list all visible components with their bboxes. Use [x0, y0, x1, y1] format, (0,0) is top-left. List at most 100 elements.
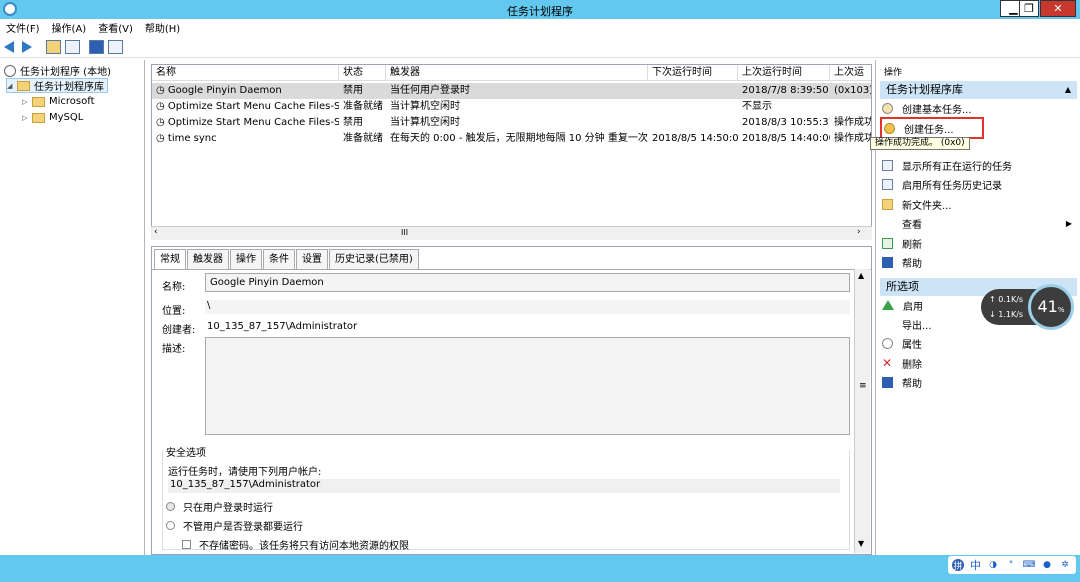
scroll-left-icon[interactable]: ‹: [154, 227, 158, 237]
task-name: ◷ Optimize Start Menu Cache Files-S...: [156, 117, 339, 128]
tree-item-mysql[interactable]: ▷ MySQL: [22, 110, 83, 125]
menu-view[interactable]: 查看(V): [92, 20, 139, 35]
scroll-thumb-grip[interactable]: ≡: [859, 381, 867, 391]
task-status: 禁用: [343, 85, 363, 96]
tree-item-microsoft[interactable]: ▷ Microsoft: [22, 94, 95, 109]
radio-label: 不管用户是否登录都要运行: [183, 522, 303, 533]
task-last-run: 2018/8/5 14:40:00: [742, 133, 830, 144]
action-enable[interactable]: 启用: [882, 297, 923, 313]
column-header-last-run[interactable]: 上次运行时间: [738, 65, 830, 81]
task-next-run: [648, 99, 738, 115]
actions-header: 操作: [884, 68, 903, 78]
radio-run-always[interactable]: 不管用户是否登录都要运行: [166, 518, 303, 533]
action-delete[interactable]: ✕ 删除: [882, 355, 922, 371]
action-new-folder[interactable]: 新文件夹...: [882, 196, 952, 212]
action-view[interactable]: 查看 ▶: [882, 215, 1072, 231]
properties-clock-icon: [882, 337, 893, 349]
action-create-basic-task[interactable]: 创建基本任务...: [882, 100, 972, 116]
column-header-status[interactable]: 状态: [339, 65, 386, 81]
expand-icon[interactable]: ▷: [22, 98, 30, 106]
action-enable-history[interactable]: 启用所有任务历史记录: [882, 176, 1002, 192]
expand-icon[interactable]: ▷: [22, 114, 30, 122]
help-icon: [882, 256, 893, 268]
action-create-task[interactable]: 创建任务...: [880, 117, 984, 139]
memory-usage-gauge[interactable]: 41%: [1028, 284, 1074, 330]
tab-triggers[interactable]: 触发器: [187, 249, 229, 269]
table-row[interactable]: ◷ Optimize Start Menu Cache Files-S... 禁…: [152, 115, 871, 131]
folder-up-icon[interactable]: [46, 40, 61, 54]
task-status: 准备就绪: [343, 133, 383, 144]
help-icon[interactable]: [89, 40, 104, 54]
column-header-next-run[interactable]: 下次运行时间: [648, 65, 738, 81]
table-row[interactable]: ◷ Google Pinyin Daemon 禁用 当任何用户登录时 2018/…: [152, 83, 871, 99]
action-show-running[interactable]: 显示所有正在运行的任务: [882, 157, 1012, 173]
action-properties[interactable]: 属性: [882, 335, 922, 351]
maximize-button[interactable]: ❐: [1019, 0, 1039, 17]
forward-arrow-icon[interactable]: [22, 41, 32, 53]
action-help-selected[interactable]: 帮助: [882, 374, 922, 390]
blank-icon: [882, 218, 893, 229]
radio-label: 只在用户登录时运行: [183, 503, 273, 514]
task-next-run: [648, 83, 738, 99]
properties-icon[interactable]: [65, 40, 80, 54]
collapse-icon[interactable]: ◢: [7, 82, 15, 90]
description-label: 描述:: [162, 344, 186, 355]
checkbox-icon[interactable]: [182, 540, 191, 549]
task-detail-pane: 常规 触发器 操作 条件 设置 历史记录(已禁用) 名称: Google Pin…: [151, 246, 872, 555]
section-label: 任务计划程序库: [886, 83, 963, 96]
tree-item-library[interactable]: ◢ 任务计划程序库: [6, 78, 108, 93]
action-refresh[interactable]: 刷新: [882, 235, 922, 251]
task-name: ◷ Optimize Start Menu Cache Files-S...: [156, 101, 339, 112]
task-list: 名称 状态 触发器 下次运行时间 上次运行时间 上次运 ◷ Google Pin…: [151, 64, 872, 240]
description-field[interactable]: [205, 337, 850, 435]
task-status: 准备就绪: [343, 101, 383, 112]
collapse-icon[interactable]: ▲: [1065, 81, 1071, 99]
tab-settings[interactable]: 设置: [296, 249, 328, 269]
half-width-icon[interactable]: ◑: [987, 559, 999, 571]
keyboard-icon[interactable]: ⌨: [1023, 559, 1036, 571]
menu-file[interactable]: 文件(F): [0, 20, 46, 35]
back-arrow-icon[interactable]: [4, 41, 14, 53]
action-label: 帮助: [902, 258, 922, 270]
ime-logo-icon[interactable]: 拼: [952, 559, 964, 572]
scroll-right-icon[interactable]: ›: [857, 227, 861, 237]
vertical-scrollbar[interactable]: ▲ ≡ ▼: [854, 269, 870, 553]
scroll-up-icon[interactable]: ▲: [858, 271, 864, 280]
table-row[interactable]: ◷ Optimize Start Menu Cache Files-S... 准…: [152, 99, 871, 115]
usage-percent: 41: [1037, 297, 1058, 316]
checkbox-no-password[interactable]: 不存储密码。该任务将只有访问本地资源的权限: [182, 537, 409, 552]
action-label: 帮助: [902, 378, 922, 390]
show-pane-icon[interactable]: [108, 40, 123, 54]
microphone-icon[interactable]: ●: [1041, 559, 1053, 571]
tab-general[interactable]: 常规: [154, 249, 186, 270]
task-last-result: 操作成功: [834, 133, 872, 144]
menu-action[interactable]: 操作(A): [46, 20, 93, 35]
scroll-thumb[interactable]: III: [401, 228, 408, 237]
tree-root[interactable]: 任务计划程序 (本地): [4, 63, 111, 78]
column-header-name[interactable]: 名称: [152, 65, 339, 81]
radio-selected-icon[interactable]: [166, 502, 175, 511]
action-help[interactable]: 帮助: [882, 254, 922, 270]
tab-conditions[interactable]: 条件: [263, 249, 295, 269]
table-row[interactable]: ◷ time sync 准备就绪 在每天的 0:00 - 触发后，无限期地每隔 …: [152, 131, 872, 147]
tab-history[interactable]: 历史记录(已禁用): [329, 249, 419, 269]
close-button[interactable]: ✕: [1040, 0, 1076, 17]
tree-microsoft-label: Microsoft: [49, 96, 95, 107]
radio-icon[interactable]: [166, 521, 175, 530]
tab-actions[interactable]: 操作: [230, 249, 262, 269]
menu-help[interactable]: 帮助(H): [139, 20, 186, 35]
column-header-trigger[interactable]: 触发器: [386, 65, 648, 81]
author-value: 10_135_87_157\Administrator: [207, 321, 358, 332]
column-header-last-result[interactable]: 上次运: [830, 65, 871, 81]
blank-icon: [882, 319, 893, 330]
run-as-label: 运行任务时，请使用下列用户帐户:: [168, 467, 322, 478]
punctuation-icon[interactable]: °: [1005, 559, 1017, 571]
name-field[interactable]: Google Pinyin Daemon: [205, 273, 850, 292]
ime-language-indicator[interactable]: 中: [970, 559, 981, 572]
scroll-down-icon[interactable]: ▼: [858, 539, 864, 548]
settings-gear-icon[interactable]: ✲: [1059, 559, 1071, 571]
horizontal-scrollbar[interactable]: ‹ III ›: [151, 226, 872, 240]
radio-run-when-logged-on[interactable]: 只在用户登录时运行: [166, 499, 273, 514]
actions-section-library[interactable]: 任务计划程序库 ▲: [880, 81, 1077, 99]
action-export[interactable]: 导出...: [882, 316, 932, 332]
